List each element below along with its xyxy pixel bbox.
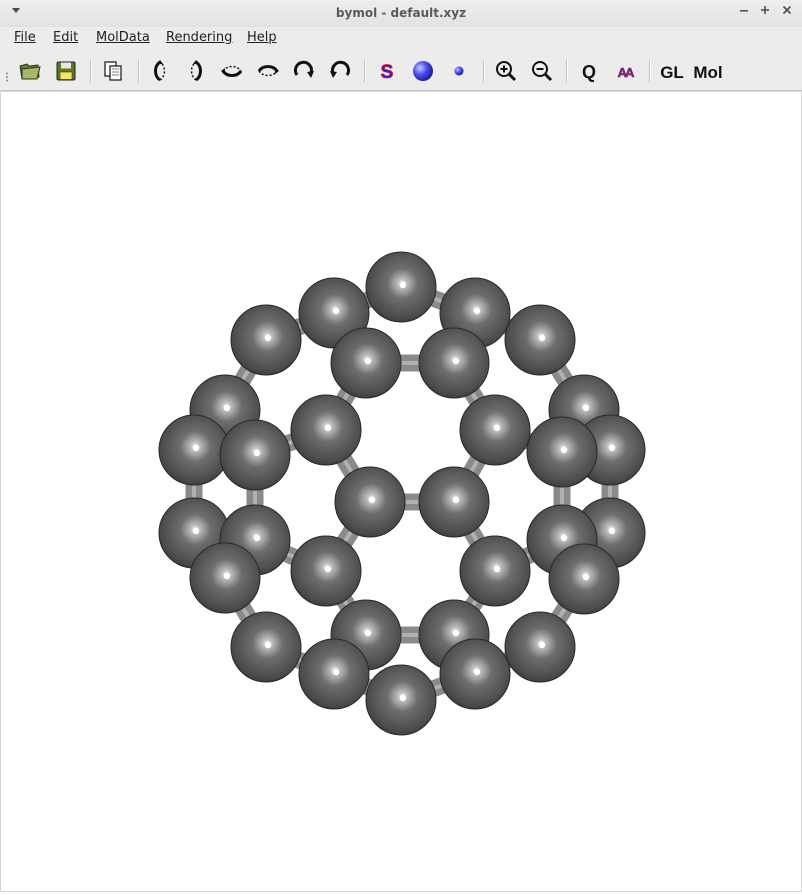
toolbar-separator [483,60,485,82]
carbon-atom [290,394,362,466]
carbon-atom [526,416,598,488]
rotate-x-pos-button[interactable] [146,57,174,85]
toolbar-grip-icon[interactable] [5,67,9,82]
rotate-y-pos-button[interactable] [218,57,246,85]
carbon-atom [365,251,437,323]
carbon-atom [504,304,576,376]
rotate-clockwise-icon [293,60,314,78]
menu-moldata[interactable]: MolData [96,30,150,45]
close-icon[interactable] [779,4,795,20]
ball-style-button[interactable] [409,57,437,85]
quality-q-icon: Q [582,62,596,82]
open-folder-icon [19,63,41,80]
carbon-atom [504,611,576,683]
zoom-out-button[interactable] [528,57,556,85]
carbon-atom [330,327,402,399]
rotate-y-neg-button[interactable] [254,57,282,85]
carbon-atom [459,535,531,607]
style-s-button[interactable]: S [373,57,401,85]
copy-button[interactable] [99,57,127,85]
rotate-x-neg-button[interactable] [182,57,210,85]
mol-button[interactable]: Mol [692,57,724,85]
carbon-atom [298,638,370,710]
small-ball-style-button[interactable] [445,57,473,85]
minimize-icon[interactable] [736,4,752,20]
save-button[interactable] [52,57,80,85]
carbon-atom [459,394,531,466]
save-disk-icon [56,61,76,81]
antialias-aa-icon: AA [617,65,637,81]
menu-edit[interactable]: Edit [53,30,78,45]
rotate-y-reverse-icon [257,65,279,77]
rotate-x-icon [154,60,166,82]
copy-pages-icon [104,61,122,81]
carbon-atom [548,543,620,615]
rotate-counterclockwise-icon [330,60,351,78]
zoom-in-button[interactable] [492,57,520,85]
mol-text-icon: Mol [693,63,722,82]
rotate-cw-button[interactable] [290,57,318,85]
maximize-icon[interactable] [757,4,773,20]
carbon-atom [219,419,291,491]
antialias-button[interactable]: AA [611,57,639,85]
svg-text:GL: GL [660,63,684,82]
carbon-atom [439,638,511,710]
rotate-x-reverse-icon [190,60,202,82]
carbon-atom [230,304,302,376]
toolbar-separator [364,60,366,82]
rotate-y-icon [221,65,243,77]
carbon-atom [230,611,302,683]
carbon-atom [158,414,230,486]
svg-text:Mol: Mol [693,63,722,82]
zoom-out-icon [532,61,553,82]
menu-help[interactable]: Help [247,30,277,45]
carbon-atom [334,466,406,538]
title-bar: bymol - default.xyz [0,0,802,28]
zoom-in-icon [496,61,517,82]
gl-text-icon: GL [660,63,684,82]
sticks-s-icon: S [380,62,394,83]
menu-rendering[interactable]: Rendering [166,30,232,45]
large-ball-icon [413,61,433,81]
carbon-atom [189,542,261,614]
small-ball-icon [454,66,464,76]
toolbar: S Q AA GL Mol [0,52,802,91]
svg-text:S: S [381,62,394,83]
rotate-ccw-button[interactable] [326,57,354,85]
fullerene-molecule [158,251,646,736]
gl-button[interactable]: GL [656,57,688,85]
carbon-atom [418,327,490,399]
toolbar-separator [649,60,651,82]
quality-button[interactable]: Q [575,57,603,85]
toolbar-separator [138,60,140,82]
toolbar-separator [566,60,568,82]
window-title: bymol - default.xyz [335,6,467,20]
molecule-viewer-canvas[interactable] [0,91,802,892]
open-file-button[interactable] [16,57,44,85]
menu-file[interactable]: File [14,30,36,45]
menu-bar: File Edit MolData Rendering Help [0,27,802,52]
toolbar-separator [90,60,92,82]
carbon-atom [290,535,362,607]
carbon-atom [365,664,437,736]
svg-text:AA: AA [618,65,635,80]
svg-text:Q: Q [582,62,596,82]
carbon-atom [418,466,490,538]
